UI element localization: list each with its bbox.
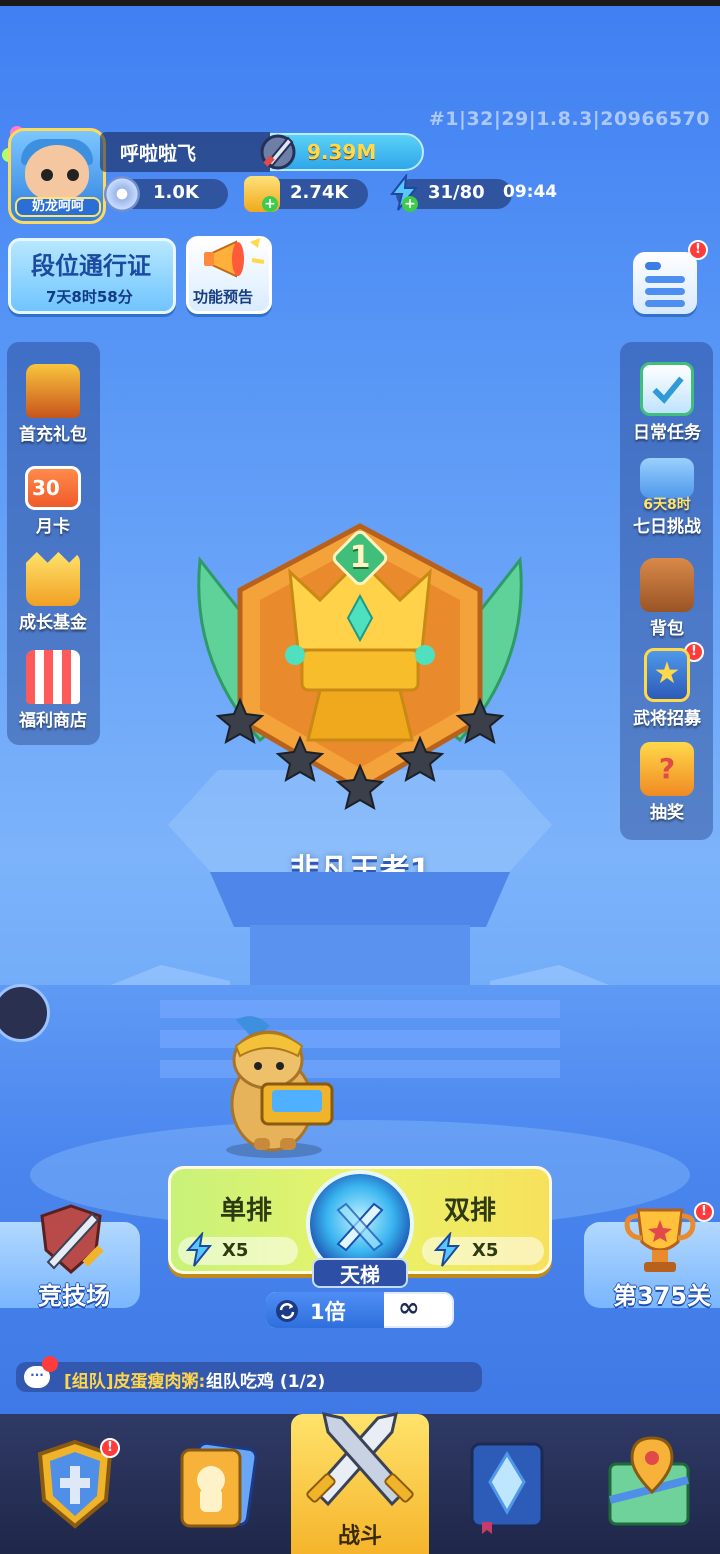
chat-unread-dot [42,1356,58,1372]
silver-coin-icon [104,176,140,212]
megaphone-icon [204,238,265,278]
player-name: 呼啦啦飞 [120,143,197,165]
ladder-sword-icon [336,1202,384,1252]
growth-fund-icon [26,552,80,606]
hero-cards-icon [180,1441,258,1528]
menu-line-icon [645,288,685,295]
notification-badge: ! [688,240,708,260]
status-bar [0,0,720,6]
menu-line-icon [645,300,685,307]
rank-star [455,697,505,745]
backpack-icon [640,558,694,612]
refresh-icon [276,1300,298,1322]
clipboard-check-icon [640,362,694,416]
scroll-icon [640,458,694,498]
first-recharge-button[interactable]: 首充礼包 [8,364,98,445]
multiplier-value: 1倍 [310,1300,346,1324]
crystal-book-icon [470,1442,544,1534]
nav-battle-label: 战斗 [337,1524,382,1549]
trophy-icon [624,1208,696,1272]
arena-shield-icon [40,1204,104,1274]
star-card-icon: ★ [644,648,690,702]
notification-badge: ! [100,1438,120,1458]
player-avatar[interactable]: 奶龙呵呵 [8,128,106,224]
solo-cost: X5 [222,1240,249,1261]
add-gold-icon[interactable]: + [262,196,278,212]
general-recruit-button[interactable]: ★ 武将招募 [622,648,712,729]
welfare-shop-button[interactable]: 福利商店 [8,650,98,731]
growth-fund-button[interactable]: 成长基金 [8,552,98,633]
map-pin-icon [608,1436,690,1526]
arena-label: 竞技场 [38,1282,110,1310]
seven-day-challenge-button[interactable]: 6天8时 七日挑战 [622,458,712,537]
duo-queue-label: 双排 [444,1196,497,1226]
rank-star [395,735,445,783]
ladder-label: 天梯 [340,1263,380,1287]
nav-tab-map[interactable] [596,1430,706,1540]
menu-eyes-icon [645,262,661,270]
treasure-chest-icon [26,364,80,418]
nav-tab-codex[interactable] [452,1430,562,1540]
nav-tab-heroes[interactable] [164,1430,274,1540]
stage-pillar [250,925,470,985]
avatar-eye [67,169,79,181]
rank-pass-timer: 7天8时58分 [46,288,133,306]
rank-star [335,763,385,811]
lottery-button[interactable]: ? 抽奖 [622,742,712,823]
power-value: 9.39M [307,140,377,164]
menu-line-icon [645,276,685,283]
energy-bolt-icon [433,1232,461,1267]
add-energy-icon[interactable]: + [402,196,418,212]
combat-power-icon [260,134,296,170]
notification-badge: ! [694,1202,714,1222]
challenge-timer: 6天8时 [643,497,691,513]
energy-value: 31/80 [428,182,485,203]
monthly-card-button[interactable]: 30 月卡 [8,466,98,537]
limit-value: ∞ [398,1293,420,1323]
rank-pass-title: 段位通行证 [31,252,151,280]
chat-message: 组队吃鸡 (1/2) [206,1372,326,1392]
lottery-icon: ? [640,742,694,796]
avatar-tag: 奶龙呵呵 [15,197,101,217]
crossed-swords-icon [306,1412,414,1507]
avatar-eye [41,169,53,181]
feature-preview-label: 功能预告 [193,288,254,306]
backpack-button[interactable]: 背包 [622,558,712,639]
gold-value: 2.74K [290,182,349,203]
daily-tasks-button[interactable]: 日常任务 [622,362,712,443]
shop-icon [26,650,80,704]
stage-arch [210,872,510,927]
monthly-card-icon: 30 [25,466,81,510]
rank-stars [215,697,505,811]
rank-star [275,735,325,783]
silver-value: 1.0K [153,182,199,203]
energy-timer: 09:44 [503,182,558,202]
duo-cost: X5 [472,1240,499,1261]
hero-character[interactable] [214,1010,344,1160]
stage-progress-label: 第375关 [613,1282,712,1310]
energy-bolt-icon [185,1232,213,1267]
rank-level: 1 [349,540,371,575]
solo-queue-label: 单排 [220,1196,273,1226]
avatar-face [25,145,89,201]
rank-star [215,697,265,745]
chat-channel: [组队]皮蛋瘦肉粥: [64,1372,206,1392]
version-text: #1|32|29|1.8.3|20966570 [428,108,710,130]
